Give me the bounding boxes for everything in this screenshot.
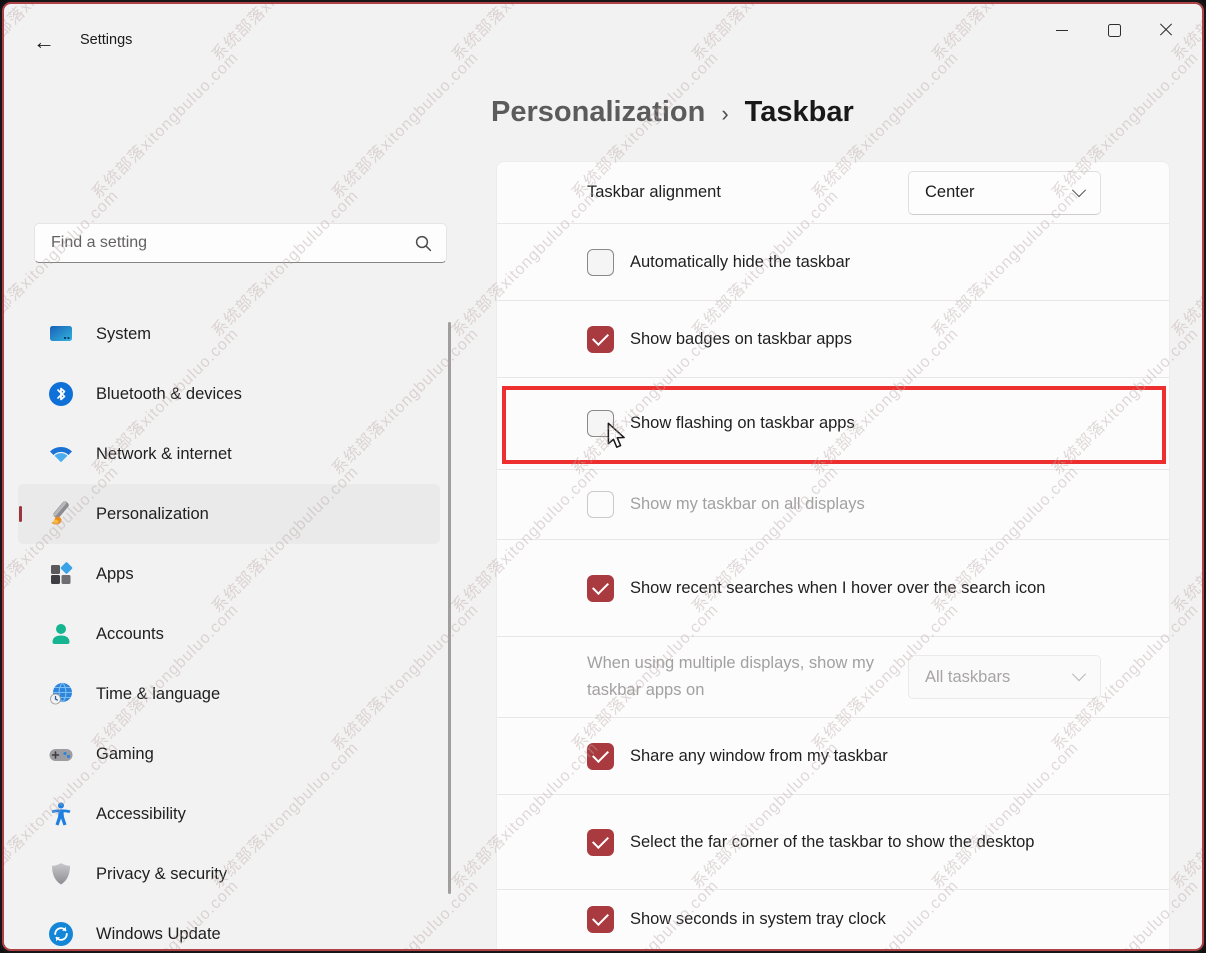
setting-row-show-flashing: Show flashing on taskbar apps: [497, 378, 1169, 470]
setting-row-far-corner-desktop: Select the far corner of the taskbar to …: [497, 795, 1169, 890]
sidebar-item-label: Gaming: [96, 745, 154, 764]
setting-row-taskbar-alignment: Taskbar alignment Center: [497, 162, 1169, 224]
share-window-checkbox[interactable]: [587, 743, 614, 770]
sidebar-scrollbar[interactable]: [448, 322, 451, 894]
taskbar-alignment-dropdown[interactable]: Center: [908, 171, 1101, 215]
setting-row-auto-hide-taskbar: Automatically hide the taskbar: [497, 224, 1169, 301]
setting-row-share-window: Share any window from my taskbar: [497, 718, 1169, 795]
watermark-text: 系统部落xitongbuluo.com: [85, 45, 243, 203]
sidebar-item-privacy-security[interactable]: Privacy & security: [18, 844, 440, 904]
taskbar-all-displays-checkbox: [587, 491, 614, 518]
dropdown-value: Center: [925, 183, 975, 202]
setting-row-show-seconds: Show seconds in system tray clock: [497, 890, 1169, 949]
setting-label: Automatically hide the taskbar: [630, 249, 850, 276]
setting-row-multiple-displays: When using multiple displays, show my ta…: [497, 637, 1169, 718]
close-icon: [1159, 23, 1173, 37]
setting-label: When using multiple displays, show my ta…: [587, 650, 887, 703]
setting-label: Show badges on taskbar apps: [630, 326, 852, 353]
chevron-down-icon: [1072, 667, 1086, 681]
sidebar-item-personalization[interactable]: Personalization: [18, 484, 440, 544]
chevron-right-icon: ›: [721, 98, 728, 127]
sidebar-item-bluetooth-devices[interactable]: Bluetooth & devices: [18, 364, 440, 424]
watermark-text: 系统部落xitongbuluo.com: [1165, 459, 1202, 617]
minimize-icon: [1056, 30, 1068, 31]
sidebar-item-gaming[interactable]: Gaming: [18, 724, 440, 784]
sidebar-item-network-internet[interactable]: Network & internet: [18, 424, 440, 484]
far-corner-desktop-checkbox[interactable]: [587, 829, 614, 856]
time-language-globe-clock-icon: [48, 681, 74, 707]
accounts-person-icon: [48, 621, 74, 647]
app-title: Settings: [80, 32, 132, 48]
windows-update-sync-icon: [48, 921, 74, 947]
back-arrow-icon: ←: [33, 29, 55, 55]
minimize-button[interactable]: [1036, 12, 1088, 48]
sidebar-item-label: Bluetooth & devices: [96, 385, 242, 404]
sidebar-item-apps[interactable]: Apps: [18, 544, 440, 604]
privacy-shield-icon: [48, 861, 74, 887]
sidebar-item-accessibility[interactable]: Accessibility: [18, 784, 440, 844]
sidebar-item-label: System: [96, 325, 151, 344]
setting-label: Show my taskbar on all displays: [630, 491, 865, 518]
sidebar-item-label: Personalization: [96, 505, 209, 524]
setting-label: Taskbar alignment: [587, 179, 721, 206]
apps-icon: [48, 561, 74, 587]
sidebar-item-label: Accounts: [96, 625, 164, 644]
watermark-text: 系统部落xitongbuluo.com: [325, 45, 483, 203]
system-icon: [48, 321, 74, 347]
multiple-displays-dropdown: All taskbars: [908, 655, 1101, 699]
breadcrumb: Personalization › Taskbar: [491, 96, 854, 129]
sidebar-nav: System Bluetooth & devices Network & int…: [18, 304, 440, 951]
show-badges-checkbox[interactable]: [587, 326, 614, 353]
auto-hide-taskbar-checkbox[interactable]: [587, 249, 614, 276]
personalization-brush-icon: [48, 501, 74, 527]
setting-label: Show recent searches when I hover over t…: [630, 575, 1045, 602]
close-button[interactable]: [1140, 12, 1192, 48]
search-input[interactable]: [49, 233, 407, 253]
search-icon[interactable]: [415, 235, 432, 252]
watermark-text: 系统部落xitongbuluo.com: [445, 4, 603, 65]
watermark-text: 系统部落xitongbuluo.com: [1165, 183, 1202, 341]
setting-label: Show flashing on taskbar apps: [630, 410, 855, 437]
setting-row-taskbar-all-displays: Show my taskbar on all displays: [497, 470, 1169, 540]
bluetooth-icon: [48, 381, 74, 407]
setting-row-show-badges: Show badges on taskbar apps: [497, 301, 1169, 378]
show-flashing-checkbox[interactable]: [587, 410, 614, 437]
dropdown-value: All taskbars: [925, 668, 1010, 687]
sidebar-item-windows-update[interactable]: Windows Update: [18, 904, 440, 951]
accessibility-person-icon: [48, 801, 74, 827]
sidebar-item-label: Privacy & security: [96, 865, 227, 884]
search-box[interactable]: [34, 223, 447, 263]
sidebar-item-label: Accessibility: [96, 805, 186, 824]
watermark-text: 系统部落xitongbuluo.com: [685, 4, 843, 65]
gaming-gamepad-icon: [48, 741, 74, 767]
recent-searches-checkbox[interactable]: [587, 575, 614, 602]
network-wifi-icon: [48, 441, 74, 467]
sidebar-item-time-language[interactable]: Time & language: [18, 664, 440, 724]
sidebar-item-label: Time & language: [96, 685, 220, 704]
window-controls: [1036, 12, 1192, 48]
watermark-text: 系统部落xitongbuluo.com: [205, 4, 363, 65]
setting-row-recent-searches: Show recent searches when I hover over t…: [497, 540, 1169, 637]
setting-label: Share any window from my taskbar: [630, 743, 888, 770]
sidebar-item-label: Apps: [96, 565, 134, 584]
setting-label: Show seconds in system tray clock: [630, 906, 886, 933]
maximize-button[interactable]: [1088, 12, 1140, 48]
sidebar-item-label: Network & internet: [96, 445, 232, 464]
sidebar-item-accounts[interactable]: Accounts: [18, 604, 440, 664]
sidebar-item-system[interactable]: System: [18, 304, 440, 364]
window-frame: ← Settings Personalization › Taskbar Sys…: [0, 0, 1206, 953]
chevron-down-icon: [1072, 183, 1086, 197]
taskbar-settings-panel: Taskbar alignment Center Automatically h…: [496, 161, 1170, 949]
back-button[interactable]: ←: [28, 26, 60, 58]
setting-label: Select the far corner of the taskbar to …: [630, 829, 1034, 856]
maximize-icon: [1108, 24, 1121, 37]
breadcrumb-personalization[interactable]: Personalization: [491, 96, 705, 129]
sidebar-item-label: Windows Update: [96, 925, 221, 944]
page-title: Taskbar: [745, 96, 854, 129]
settings-window: ← Settings Personalization › Taskbar Sys…: [2, 2, 1204, 951]
show-seconds-checkbox[interactable]: [587, 906, 614, 933]
watermark-text: 系统部落xitongbuluo.com: [1165, 735, 1202, 893]
